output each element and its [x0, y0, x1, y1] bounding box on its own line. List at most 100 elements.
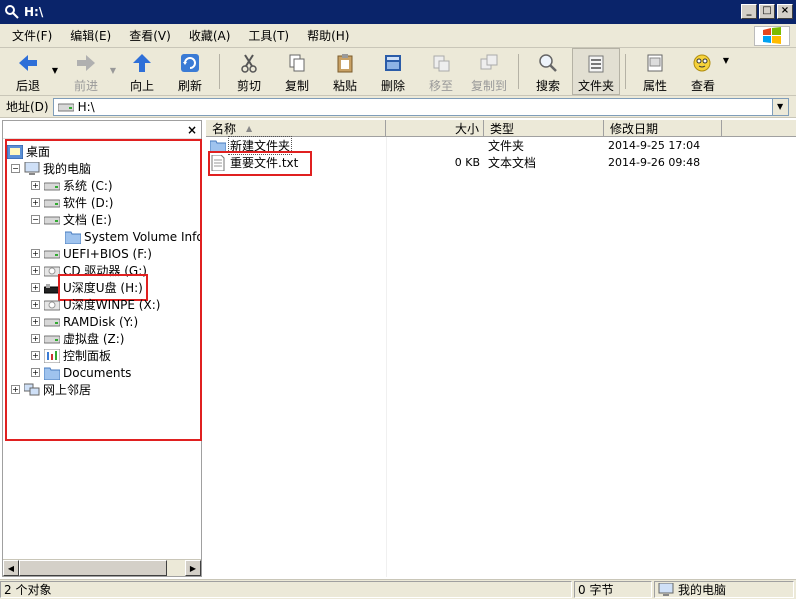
view-button[interactable]: 查看 ▼	[679, 48, 729, 95]
expand-toggle[interactable]: +	[31, 300, 40, 309]
tree-item-drive-h[interactable]: + U深度U盘 (H:)	[7, 274, 201, 301]
scroll-right-button[interactable]: ▶	[185, 560, 201, 576]
tree-item-drive-z[interactable]: + 虚拟盘 (Z:)	[7, 330, 201, 347]
search-icon	[5, 5, 19, 19]
drive-icon	[44, 216, 60, 224]
sort-ascending-icon: ▲	[246, 124, 253, 133]
properties-button[interactable]: 属性	[631, 48, 679, 95]
tree-item-system-volume-information[interactable]: System Volume Information	[7, 228, 201, 245]
copy-button[interactable]: 复制	[273, 48, 321, 95]
collapse-toggle[interactable]: −	[31, 215, 40, 224]
expand-toggle[interactable]: +	[31, 266, 40, 275]
tree-item-drive-x[interactable]: + U深度WINPE (X:)	[7, 296, 201, 313]
menu-tools[interactable]: 工具(T)	[242, 27, 295, 44]
tree-item-network[interactable]: + 网上邻居	[7, 381, 201, 398]
menu-file[interactable]: 文件(F)	[6, 27, 58, 44]
toolbar-separator	[625, 54, 626, 89]
address-dropdown-button[interactable]: ▼	[771, 98, 788, 115]
forward-button[interactable]: 前进 ▼	[62, 48, 116, 95]
paste-button[interactable]: 粘贴	[321, 48, 369, 95]
folder-icon	[65, 231, 81, 244]
close-button[interactable]: ×	[777, 4, 793, 19]
folders-button[interactable]: 文件夹	[572, 48, 620, 95]
tree-item-drive-e[interactable]: − 文档 (E:)	[7, 211, 201, 228]
text-file-icon	[211, 154, 225, 171]
column-header-modified[interactable]: 修改日期	[604, 120, 722, 137]
expand-toggle[interactable]: +	[31, 249, 40, 258]
folder-icon	[44, 367, 60, 380]
tree-item-drive-y[interactable]: + RAMDisk (Y:)	[7, 313, 201, 330]
delete-button[interactable]: 删除	[369, 48, 417, 95]
maximize-button[interactable]: □	[759, 4, 775, 19]
cd-drive-icon	[44, 266, 60, 276]
tree-item-my-computer[interactable]: − 我的电脑	[7, 160, 201, 177]
tree-item-control-panel[interactable]: + 控制面板	[7, 347, 201, 364]
chevron-down-icon[interactable]: ▼	[723, 56, 729, 65]
menu-favorites[interactable]: 收藏(A)	[183, 27, 237, 44]
column-header-type[interactable]: 类型	[484, 120, 604, 137]
folders-icon	[584, 53, 608, 74]
move-to-icon	[429, 52, 453, 74]
tree-item-drive-g[interactable]: + CD 驱动器 (G:)	[7, 262, 201, 279]
drive-icon	[57, 103, 74, 111]
status-bar: 2 个对象 0 字节 我的电脑	[0, 579, 796, 599]
forward-arrow-icon	[74, 52, 98, 74]
folder-tree: 桌面 − 我的电脑 + 系统 (C:) + 软件 (D:) − 文档 (E:) …	[7, 143, 201, 398]
list-header: 名称 ▲ 大小 类型 修改日期	[206, 120, 796, 137]
menu-bar: 文件(F) 编辑(E) 查看(V) 收藏(A) 工具(T) 帮助(H)	[0, 24, 796, 48]
search-icon	[536, 52, 560, 74]
up-button[interactable]: 向上	[118, 48, 166, 95]
menu-edit[interactable]: 编辑(E)	[64, 27, 117, 44]
back-button[interactable]: 后退 ▼	[4, 48, 58, 95]
view-icon	[691, 52, 715, 74]
drive-icon	[44, 335, 60, 343]
tree-item-drive-c[interactable]: + 系统 (C:)	[7, 177, 201, 194]
list-item[interactable]: 重要文件.txt 0 KB 文本文档 2014-9-26 09:48	[206, 154, 796, 171]
computer-icon	[24, 161, 40, 175]
expand-toggle[interactable]: +	[31, 181, 40, 190]
scroll-thumb[interactable]	[19, 560, 167, 576]
tree-item-documents[interactable]: + Documents	[7, 364, 201, 381]
expand-toggle[interactable]: +	[31, 351, 40, 360]
expand-toggle[interactable]: +	[31, 368, 40, 377]
status-object-count: 2 个对象	[0, 581, 572, 598]
drive-icon	[44, 182, 60, 190]
column-header-size[interactable]: 大小	[386, 120, 484, 137]
search-button[interactable]: 搜索	[524, 48, 572, 95]
expand-toggle[interactable]: +	[31, 317, 40, 326]
menu-help[interactable]: 帮助(H)	[301, 27, 355, 44]
computer-icon	[658, 582, 674, 596]
status-size: 0 字节	[574, 581, 652, 598]
menu-view[interactable]: 查看(V)	[123, 27, 177, 44]
cut-button[interactable]: 剪切	[225, 48, 273, 95]
tree-item-drive-d[interactable]: + 软件 (D:)	[7, 194, 201, 211]
chevron-down-icon[interactable]: ▼	[110, 66, 116, 75]
expand-toggle[interactable]: +	[31, 198, 40, 207]
expand-toggle[interactable]: +	[11, 385, 20, 394]
address-input[interactable]: H:\ ▼	[52, 97, 789, 116]
column-header-name[interactable]: 名称 ▲	[206, 120, 386, 137]
title-bar: H:\ _ □ ×	[0, 0, 796, 24]
refresh-button[interactable]: 刷新	[166, 48, 214, 95]
status-location: 我的电脑	[654, 581, 794, 598]
refresh-icon	[178, 52, 202, 74]
chevron-down-icon[interactable]: ▼	[52, 66, 58, 75]
minimize-button[interactable]: _	[741, 4, 757, 19]
delete-icon	[381, 52, 405, 74]
copy-to-button[interactable]: 复制到	[465, 48, 513, 95]
windows-flag-icon	[763, 27, 781, 44]
list-item[interactable]: 新建文件夹 文件夹 2014-9-25 17:04	[206, 136, 796, 155]
network-icon	[24, 383, 40, 395]
expand-toggle[interactable]: +	[31, 283, 40, 292]
scroll-left-button[interactable]: ◀	[3, 560, 19, 576]
expand-toggle[interactable]: +	[31, 334, 40, 343]
tree-item-desktop[interactable]: 桌面	[7, 143, 201, 160]
move-to-button[interactable]: 移至	[417, 48, 465, 95]
horizontal-scrollbar[interactable]: ◀ ▶	[3, 559, 201, 576]
window-title: H:\	[24, 5, 44, 19]
collapse-toggle[interactable]: −	[11, 164, 20, 173]
tree-header: ×	[3, 121, 201, 139]
tree-item-drive-f[interactable]: + UEFI+BIOS (F:)	[7, 245, 201, 262]
close-icon[interactable]: ×	[187, 123, 197, 137]
desktop-icon	[7, 144, 23, 159]
